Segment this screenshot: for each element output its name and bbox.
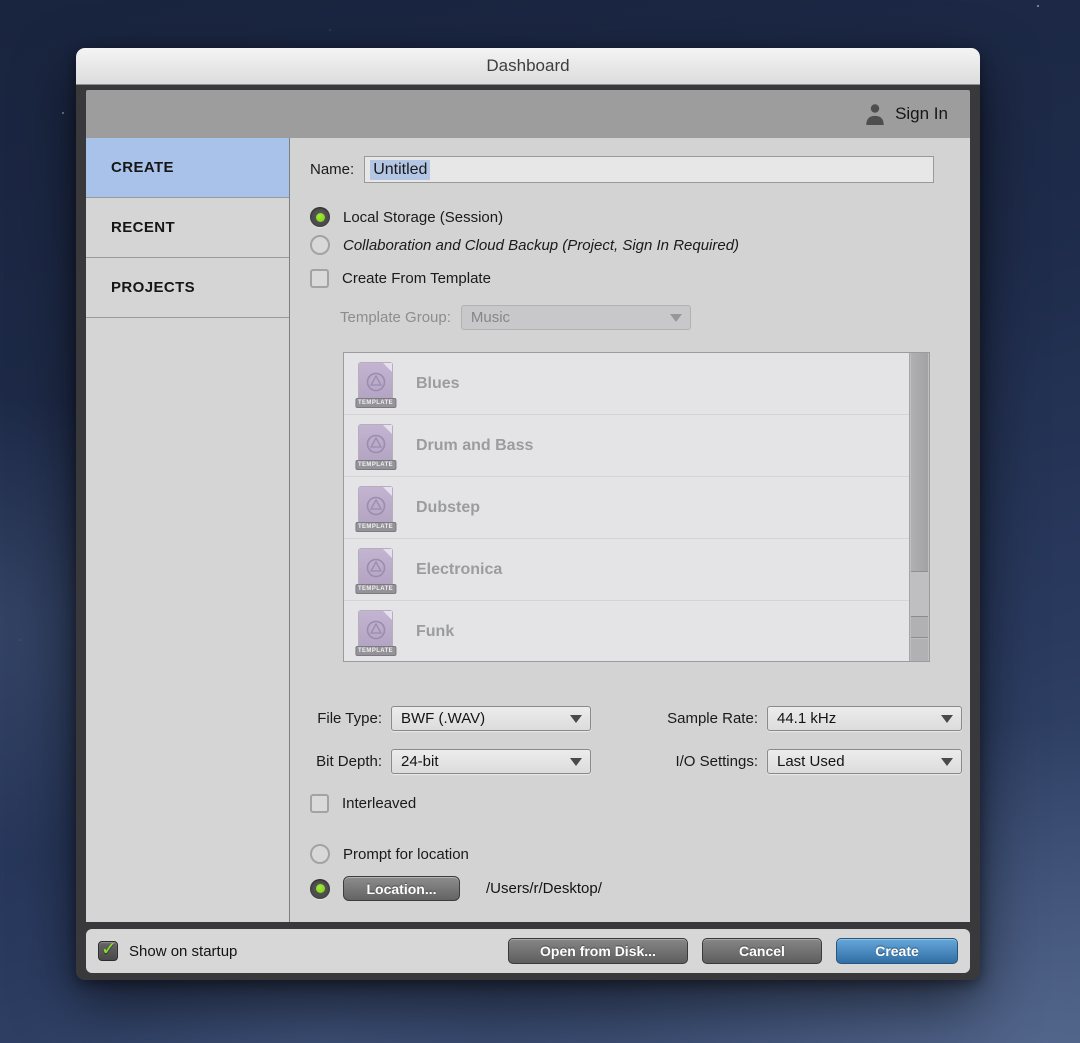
template-name: Funk — [416, 623, 454, 641]
sign-in-button[interactable]: Sign In — [864, 102, 948, 126]
window-title: Dashboard — [486, 56, 569, 76]
sample-rate-value: 44.1 kHz — [777, 710, 836, 727]
create-from-template-label: Create From Template — [342, 270, 491, 287]
sidebar-item-label: PROJECTS — [111, 279, 195, 296]
create-label: Create — [875, 943, 919, 959]
file-type-value: BWF (.WAV) — [401, 710, 485, 727]
interleaved-label: Interleaved — [342, 795, 416, 812]
io-settings-dropdown[interactable]: Last Used — [767, 749, 962, 774]
window-titlebar[interactable]: Dashboard — [76, 48, 980, 85]
sign-in-label: Sign In — [895, 104, 948, 124]
create-from-template-checkbox[interactable] — [310, 269, 329, 288]
template-file-icon: TEMPLATE — [357, 549, 394, 591]
template-file-icon: TEMPLATE — [357, 611, 394, 653]
location-radio[interactable] — [310, 879, 330, 899]
io-settings-value: Last Used — [777, 753, 845, 770]
sidebar: CREATE RECENT PROJECTS — [86, 138, 290, 922]
scrollbar-thumb[interactable] — [911, 353, 928, 572]
template-list-item[interactable]: TEMPLATE Drum and Bass — [344, 415, 909, 477]
sidebar-item-label: CREATE — [111, 159, 174, 176]
open-from-disk-button[interactable]: Open from Disk... — [508, 938, 688, 964]
bit-depth-label: Bit Depth: — [310, 753, 382, 770]
dashboard-window: Dashboard Sign In CREATE RECENT P — [76, 48, 980, 980]
name-value-selected-text: Untitled — [370, 160, 430, 180]
prompt-for-location-radio[interactable] — [310, 844, 330, 864]
sample-rate-label: Sample Rate: — [608, 710, 758, 727]
template-list-item[interactable]: TEMPLATE Electronica — [344, 539, 909, 601]
sample-rate-dropdown[interactable]: 44.1 kHz — [767, 706, 962, 731]
io-settings-label: I/O Settings: — [608, 753, 758, 770]
create-panel: Name: Untitled Local Storage (Session) C… — [290, 138, 970, 922]
scroll-down-button[interactable] — [911, 639, 928, 661]
show-on-startup-checkbox[interactable]: ✓ — [98, 941, 118, 961]
template-group-dropdown[interactable]: Music — [461, 305, 691, 330]
checkmark-icon: ✓ — [101, 938, 117, 961]
template-list-scrollbar[interactable] — [909, 353, 929, 661]
template-group-label: Template Group: — [340, 309, 451, 326]
template-list-item[interactable]: TEMPLATE Funk — [344, 601, 909, 662]
template-name: Dubstep — [416, 499, 480, 517]
footer-bar: ✓ Show on startup Open from Disk... Canc… — [86, 929, 970, 973]
template-group-value: Music — [471, 309, 510, 326]
template-file-icon: TEMPLATE — [357, 487, 394, 529]
user-icon — [864, 102, 886, 126]
chevron-down-icon — [941, 715, 953, 723]
name-label: Name: — [310, 161, 354, 178]
chevron-down-icon — [570, 715, 582, 723]
location-button[interactable]: Location... — [343, 876, 460, 901]
file-type-label: File Type: — [310, 710, 382, 727]
collaboration-label: Collaboration and Cloud Backup (Project,… — [343, 237, 739, 254]
location-button-label: Location... — [367, 881, 437, 897]
account-header: Sign In — [86, 90, 970, 138]
template-name: Blues — [416, 375, 460, 393]
chevron-down-icon — [941, 758, 953, 766]
location-path: /Users/r/Desktop/ — [486, 880, 602, 897]
scroll-up-button[interactable] — [911, 616, 928, 638]
sidebar-item-create[interactable]: CREATE — [86, 138, 289, 198]
cancel-label: Cancel — [739, 943, 785, 959]
template-list-item[interactable]: TEMPLATE Blues — [344, 353, 909, 415]
template-file-icon: TEMPLATE — [357, 363, 394, 405]
template-list: TEMPLATE Blues TEMPLATE Drum and Bass — [343, 352, 930, 662]
window-frame: Sign In CREATE RECENT PROJECTS Name: — [76, 85, 980, 980]
template-list-item[interactable]: TEMPLATE Dubstep — [344, 477, 909, 539]
open-from-disk-label: Open from Disk... — [540, 943, 656, 959]
interleaved-checkbox[interactable] — [310, 794, 329, 813]
file-type-dropdown[interactable]: BWF (.WAV) — [391, 706, 591, 731]
show-on-startup-label: Show on startup — [129, 943, 237, 960]
prompt-for-location-label: Prompt for location — [343, 846, 469, 863]
cancel-button[interactable]: Cancel — [702, 938, 822, 964]
local-storage-label: Local Storage (Session) — [343, 209, 503, 226]
session-name-input[interactable]: Untitled — [364, 156, 934, 183]
bit-depth-value: 24-bit — [401, 753, 439, 770]
template-file-icon: TEMPLATE — [357, 425, 394, 467]
sidebar-item-label: RECENT — [111, 219, 175, 236]
chevron-down-icon — [570, 758, 582, 766]
bit-depth-dropdown[interactable]: 24-bit — [391, 749, 591, 774]
chevron-down-icon — [670, 314, 682, 322]
collaboration-radio[interactable] — [310, 235, 330, 255]
template-name: Drum and Bass — [416, 437, 533, 455]
local-storage-radio[interactable] — [310, 207, 330, 227]
template-name: Electronica — [416, 561, 502, 579]
sidebar-item-projects[interactable]: PROJECTS — [86, 258, 289, 318]
sidebar-item-recent[interactable]: RECENT — [86, 198, 289, 258]
create-button[interactable]: Create — [836, 938, 958, 964]
